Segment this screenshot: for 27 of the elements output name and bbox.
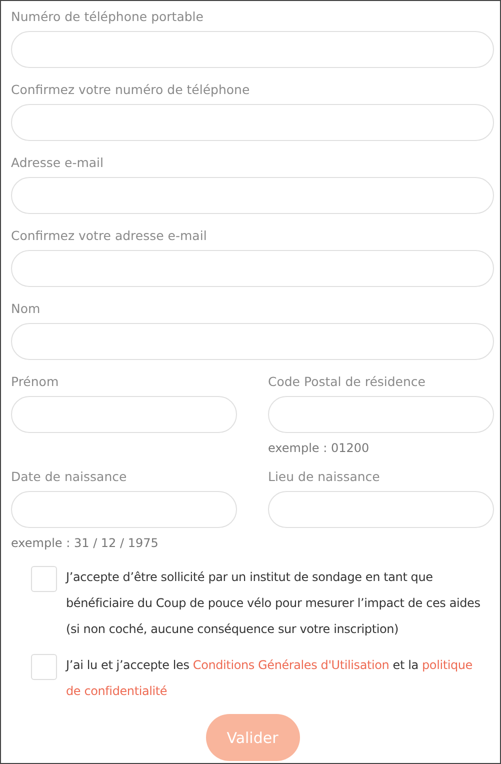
- field-label: Code Postal de résidence: [268, 374, 426, 390]
- field-label: Date de naissance: [11, 469, 128, 485]
- checkbox[interactable]: [31, 566, 57, 592]
- field-label: Nom: [11, 301, 42, 317]
- input-field[interactable]: [11, 104, 494, 141]
- hint-text: exemple : 01200: [268, 441, 370, 455]
- input-field[interactable]: [268, 491, 494, 528]
- hint-text: exemple : 31 / 12 / 1975: [11, 536, 160, 550]
- field-label: Numéro de téléphone portable: [11, 9, 204, 25]
- checkbox[interactable]: [31, 654, 57, 680]
- input-field[interactable]: [11, 250, 494, 287]
- field-label: Confirmez votre adresse e-mail: [11, 228, 208, 244]
- input-field[interactable]: [11, 31, 494, 68]
- link[interactable]: Conditions Générales d'Utilisation: [192, 658, 390, 672]
- field-label: Confirmez votre numéro de téléphone: [11, 82, 251, 98]
- link[interactable]: politique: [422, 658, 472, 672]
- field-label: Prénom: [11, 374, 60, 390]
- input-field[interactable]: [11, 491, 237, 528]
- consent-text: J’ai lu et j’accepte les Conditions Générales d'Utilisation et la politique de confidentialité: [66, 657, 474, 700]
- input-field[interactable]: [11, 323, 494, 360]
- consent-text: J’accepte d’être sollicité par un institut de sondage en tant que bénéficiaire du Coup de pouce vélo pour mesurer l’impact de ces aides (si non coché, aucune conséquence sur votre inscription): [66, 569, 482, 638]
- input-field[interactable]: [268, 396, 494, 433]
- link[interactable]: de confidentialité: [66, 684, 168, 698]
- field-label: Adresse e-mail: [11, 155, 104, 171]
- field-label: Lieu de naissance: [268, 469, 381, 485]
- input-field[interactable]: [11, 396, 237, 433]
- input-field[interactable]: [11, 177, 494, 214]
